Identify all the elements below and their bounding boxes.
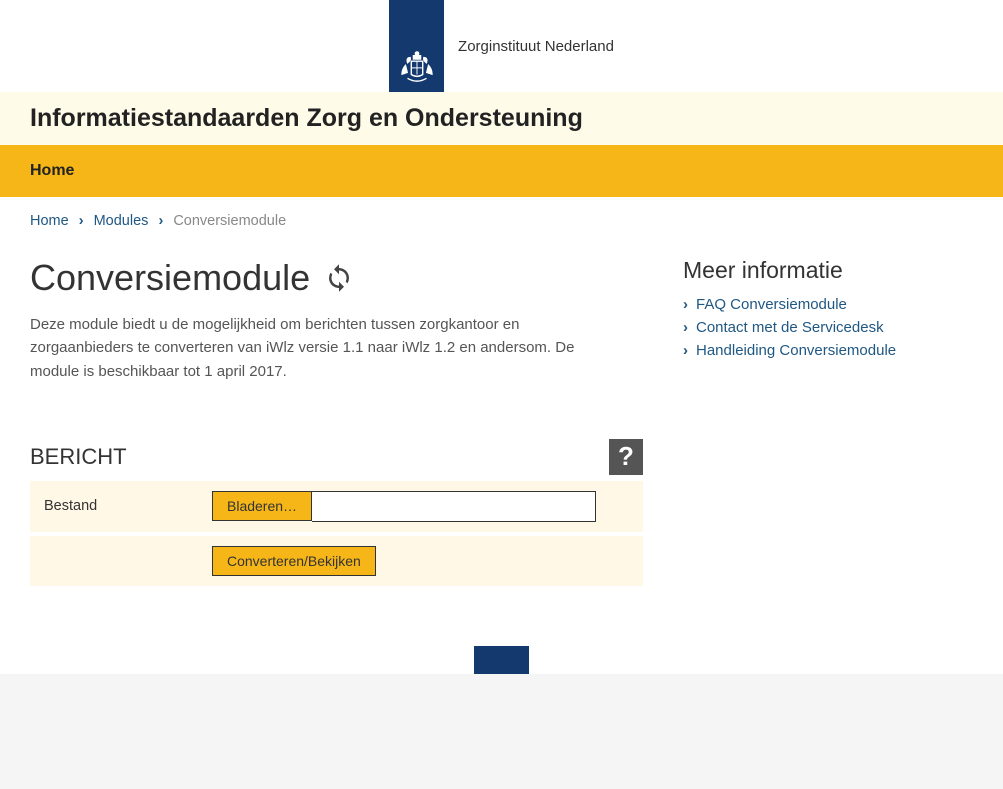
form-row-file: Bestand Bladeren… xyxy=(30,481,643,534)
sidebar-item: › FAQ Conversiemodule xyxy=(683,296,973,313)
page-title: Conversiemodule xyxy=(30,257,310,299)
file-label: Bestand xyxy=(30,481,198,534)
chevron-right-icon: › xyxy=(683,319,688,336)
breadcrumb-home[interactable]: Home xyxy=(30,213,69,229)
section-title-bericht: BERICHT xyxy=(30,444,127,470)
sidebar-item: › Contact met de Servicedesk xyxy=(683,319,973,336)
browse-button[interactable]: Bladeren… xyxy=(212,491,312,521)
crest-icon xyxy=(398,46,436,84)
sidebar-link-contact[interactable]: Contact met de Servicedesk xyxy=(696,319,884,336)
site-name: Zorginstituut Nederland xyxy=(458,38,614,55)
file-input[interactable] xyxy=(312,491,596,522)
chevron-right-icon: › xyxy=(79,213,84,229)
sidebar-link-manual[interactable]: Handleiding Conversiemodule xyxy=(696,342,896,359)
header: Zorginstituut Nederland xyxy=(0,0,1003,92)
sidebar: Meer informatie › FAQ Conversiemodule › … xyxy=(683,257,973,586)
chevron-right-icon: › xyxy=(683,296,688,313)
footer-stub xyxy=(0,646,1003,674)
breadcrumb: Home › Modules › Conversiemodule xyxy=(0,197,1003,237)
nav-bar: Home xyxy=(0,145,1003,197)
sync-icon xyxy=(324,263,354,293)
breadcrumb-current: Conversiemodule xyxy=(173,213,286,229)
sidebar-item: › Handleiding Conversiemodule xyxy=(683,342,973,359)
footer-logo-box xyxy=(474,646,529,674)
help-button[interactable]: ? xyxy=(609,439,643,475)
breadcrumb-modules[interactable]: Modules xyxy=(94,213,149,229)
sidebar-link-faq[interactable]: FAQ Conversiemodule xyxy=(696,296,847,313)
description: Deze module biedt u de mogelijkheid om b… xyxy=(30,313,580,383)
sidebar-title: Meer informatie xyxy=(683,257,973,284)
nav-home[interactable]: Home xyxy=(30,162,74,180)
form-row-action: Converteren/Bekijken xyxy=(30,534,643,586)
convert-button[interactable]: Converteren/Bekijken xyxy=(212,546,376,576)
chevron-right-icon: › xyxy=(158,213,163,229)
title-bar: Informatiestandaarden Zorg en Ondersteun… xyxy=(0,92,1003,145)
page-group-title: Informatiestandaarden Zorg en Ondersteun… xyxy=(30,104,973,133)
logo-box xyxy=(389,0,444,92)
chevron-right-icon: › xyxy=(683,342,688,359)
